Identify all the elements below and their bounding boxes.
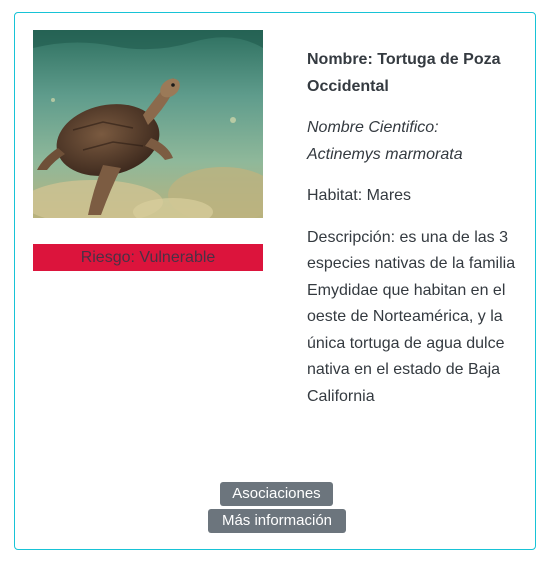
associations-button[interactable]: Asociaciones <box>220 482 333 506</box>
description: Descripción: es una de las 3 especies na… <box>307 228 516 405</box>
scientific-name: Actinemys marmorata <box>307 145 463 163</box>
scientific-name-block: Nombre Cientifico: Actinemys marmorata <box>307 115 517 168</box>
species-info: Nombre: Tortuga de Poza Occidental Nombr… <box>307 47 517 425</box>
species-name: Nombre: Tortuga de Poza Occidental <box>307 51 501 95</box>
scientific-name-label: Nombre Cientifico: <box>307 119 439 136</box>
turtle-photo <box>33 30 263 218</box>
risk-badge: Riesgo: Vulnerable <box>33 244 263 271</box>
habitat: Habitat: Mares <box>307 187 412 204</box>
more-info-button[interactable]: Más información <box>208 509 346 533</box>
species-card: Riesgo: Vulnerable Nombre: Tortuga de Po… <box>14 12 536 550</box>
